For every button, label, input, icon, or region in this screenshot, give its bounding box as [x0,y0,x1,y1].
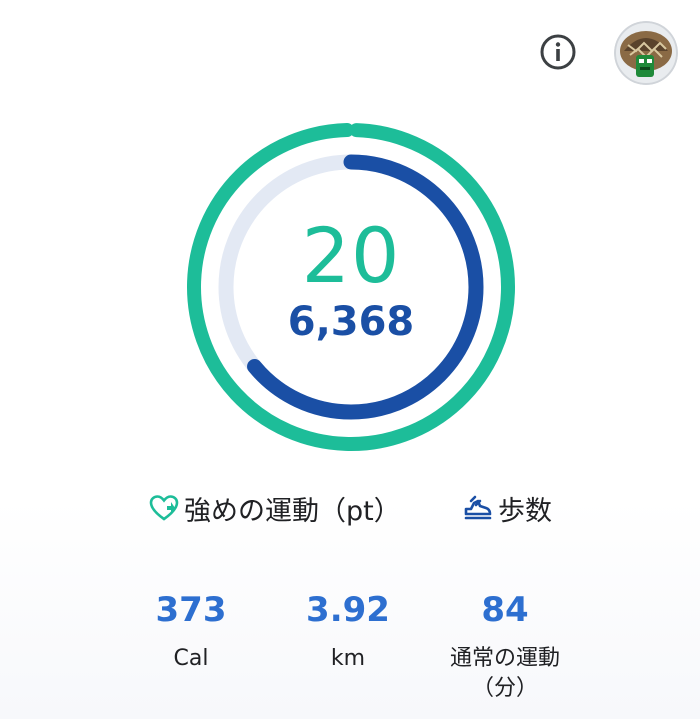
info-button[interactable] [538,32,578,72]
stat-calories-value: 373 [155,590,227,630]
stat-move-minutes[interactable]: 84 通常の運動（分） [425,590,585,704]
legend-heart-points: 強めの運動（pt） [148,488,401,528]
steps-value: 6,368 [287,299,415,345]
stat-move-minutes-label: 通常の運動（分） [449,646,560,701]
stat-calories[interactable]: 373 Cal [111,590,271,674]
stat-calories-label: Cal [173,646,209,671]
info-icon [540,34,576,70]
avatar-image [614,21,678,85]
stat-distance-value: 3.92 [306,590,390,630]
legend-steps: 歩数 [462,488,552,528]
heart-points-icon [149,495,179,521]
legend-steps-label: 歩数 [498,495,552,527]
avatar[interactable] [614,21,678,85]
legend-heart-points-label: 強めの運動（pt） [184,495,401,527]
heart-points-value: 20 [301,211,401,300]
stat-distance-label: km [330,646,366,671]
ring-center: 20 6,368 [186,122,516,452]
stat-move-minutes-value: 84 [481,590,529,630]
steps-shoe-icon [464,495,492,520]
stat-distance[interactable]: 3.92 km [268,590,428,674]
fit-home-screen: 20 6,368 強めの運動（pt） 歩数 373 Cal 3.92 km 84… [0,0,700,719]
